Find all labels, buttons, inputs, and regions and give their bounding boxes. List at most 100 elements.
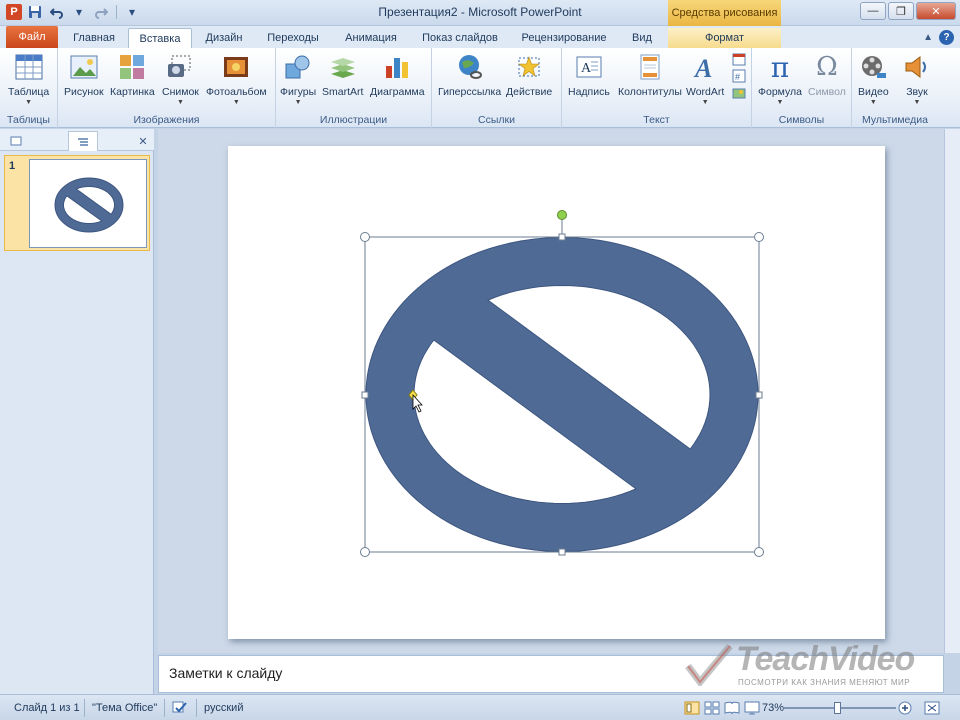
fit-to-window-icon[interactable] <box>924 699 940 717</box>
close-panel-icon[interactable]: ✕ <box>134 131 152 151</box>
notes-pane[interactable]: Заметки к слайду <box>158 655 944 693</box>
shapes-button[interactable]: Фигуры ▼ <box>280 52 316 106</box>
picture-icon <box>69 52 99 82</box>
notes-placeholder[interactable]: Заметки к слайду <box>169 665 282 681</box>
table-icon <box>14 52 44 82</box>
view-slideshow-icon[interactable] <box>744 699 760 717</box>
tab-insert[interactable]: Вставка <box>128 28 192 48</box>
group-illustrations: Фигуры ▼ SmartArt Диаграмма Иллюстрации <box>276 48 432 128</box>
tab-file[interactable]: Файл <box>6 26 58 48</box>
screenshot-button[interactable]: Снимок ▼ <box>162 52 199 106</box>
resize-handle-left[interactable] <box>361 391 369 399</box>
audio-label: Звук <box>906 86 928 98</box>
resize-handle-top[interactable] <box>558 233 566 241</box>
slide-thumbnail[interactable] <box>29 159 147 248</box>
no-symbol-shape[interactable] <box>365 237 759 552</box>
chevron-down-icon: ▼ <box>176 99 184 106</box>
globe-link-icon <box>455 52 485 82</box>
textbox-button[interactable]: A Надпись <box>568 52 610 98</box>
action-label: Действие <box>506 86 553 98</box>
object-icon[interactable] <box>732 86 746 100</box>
view-reading-icon[interactable] <box>724 699 740 717</box>
slide-canvas[interactable] <box>228 146 885 639</box>
close-button[interactable]: ✕ <box>916 2 956 20</box>
photoalbum-button[interactable]: Фотоальбом ▼ <box>206 52 267 106</box>
tab-review[interactable]: Рецензирование <box>512 28 616 48</box>
vertical-scrollbar[interactable] <box>944 129 960 653</box>
equation-button[interactable]: π Формула ▼ <box>758 51 802 107</box>
status-language[interactable]: русский <box>204 699 243 717</box>
screenshot-label: Снимок <box>162 86 199 98</box>
symbol-button[interactable]: Ω Символ <box>808 52 846 98</box>
window-title: Презентация2 - Microsoft PowerPoint <box>378 5 582 19</box>
minimize-ribbon-icon[interactable]: ▲ <box>923 32 933 43</box>
slide-number-icon[interactable]: # <box>732 69 746 83</box>
tab-outline[interactable] <box>68 131 98 151</box>
hyperlink-button[interactable]: Гиперссылка <box>438 52 501 98</box>
hyperlink-label: Гиперссылка <box>438 86 502 98</box>
view-sorter-icon[interactable] <box>704 699 720 717</box>
chevron-down-icon: ▼ <box>776 99 784 106</box>
clipart-button[interactable]: Картинка <box>110 52 155 98</box>
minimize-button[interactable]: — <box>860 2 886 20</box>
wordart-button[interactable]: A WordArt ▼ <box>686 52 724 106</box>
tab-home[interactable]: Главная <box>64 28 124 48</box>
tab-animations[interactable]: Анимация <box>334 28 408 48</box>
wordart-label: WordArt <box>686 86 725 98</box>
resize-handle-bottom-right[interactable] <box>754 547 764 557</box>
tab-design[interactable]: Дизайн <box>196 28 252 48</box>
spellcheck-icon[interactable] <box>172 699 188 717</box>
slide-thumbnail-item[interactable]: 1 <box>4 155 150 251</box>
textbox-label: Надпись <box>568 86 610 98</box>
resize-handle-bottom-left[interactable] <box>360 547 370 557</box>
resize-handle-right[interactable] <box>755 391 763 399</box>
table-button[interactable]: Таблица ▼ <box>8 52 49 106</box>
ribbon: Таблица ▼ Таблицы Рисунок Картинка Снимо… <box>0 48 960 128</box>
chart-button[interactable]: Диаграмма <box>370 52 425 98</box>
group-links: Гиперссылка Действие Ссылки <box>432 48 562 128</box>
ribbon-tabs: Файл Главная Вставка Дизайн Переходы Ани… <box>0 26 960 48</box>
zoom-slider[interactable] <box>784 702 896 714</box>
tab-transitions[interactable]: Переходы <box>258 28 328 48</box>
clipart-icon <box>117 52 147 82</box>
video-button[interactable]: Видео ▼ <box>858 52 889 106</box>
tab-slides-thumbnails[interactable] <box>4 131 28 151</box>
video-label: Видео <box>858 86 889 98</box>
action-button[interactable]: Действие <box>506 52 552 98</box>
drawing-tools-context-header: Средства рисования <box>668 0 781 26</box>
group-label-symbols: Символы <box>778 114 825 126</box>
status-separator <box>196 699 197 717</box>
view-normal-icon[interactable] <box>684 699 700 717</box>
screenshot-icon <box>165 52 195 82</box>
tab-format[interactable]: Формат <box>668 28 781 48</box>
resize-handle-bottom[interactable] <box>558 548 566 556</box>
zoom-slider-thumb[interactable] <box>833 702 841 714</box>
status-theme[interactable]: "Тема Office" <box>92 699 157 717</box>
group-label-images: Изображения <box>133 114 200 126</box>
header-footer-button[interactable]: Колонтитулы <box>618 52 682 98</box>
status-separator <box>164 699 165 717</box>
zoom-in-icon[interactable] <box>898 699 912 717</box>
chevron-down-icon: ▼ <box>869 99 877 106</box>
rotation-handle[interactable] <box>557 210 567 220</box>
maximize-button[interactable]: ❐ <box>888 2 914 20</box>
symbol-label: Символ <box>808 86 846 98</box>
textbox-icon: A <box>574 52 604 82</box>
tab-view[interactable]: Вид <box>622 28 662 48</box>
resize-handle-top-left[interactable] <box>360 232 370 242</box>
zoom-out-icon[interactable] <box>770 699 782 717</box>
smartart-button[interactable]: SmartArt <box>322 52 363 98</box>
slides-panel: ✕ 1 <box>0 129 154 694</box>
resize-handle-top-right[interactable] <box>754 232 764 242</box>
audio-button[interactable]: Звук ▼ <box>902 52 932 106</box>
header-footer-icon <box>635 52 665 82</box>
tab-slideshow[interactable]: Показ слайдов <box>414 28 506 48</box>
status-separator <box>84 699 85 717</box>
table-label: Таблица <box>8 86 50 98</box>
picture-label: Рисунок <box>64 86 104 98</box>
equation-label: Формула <box>758 86 802 98</box>
help-icon[interactable]: ? <box>939 30 954 45</box>
date-time-icon[interactable] <box>732 52 746 66</box>
svg-text:A: A <box>693 54 712 80</box>
picture-button[interactable]: Рисунок <box>64 52 104 98</box>
